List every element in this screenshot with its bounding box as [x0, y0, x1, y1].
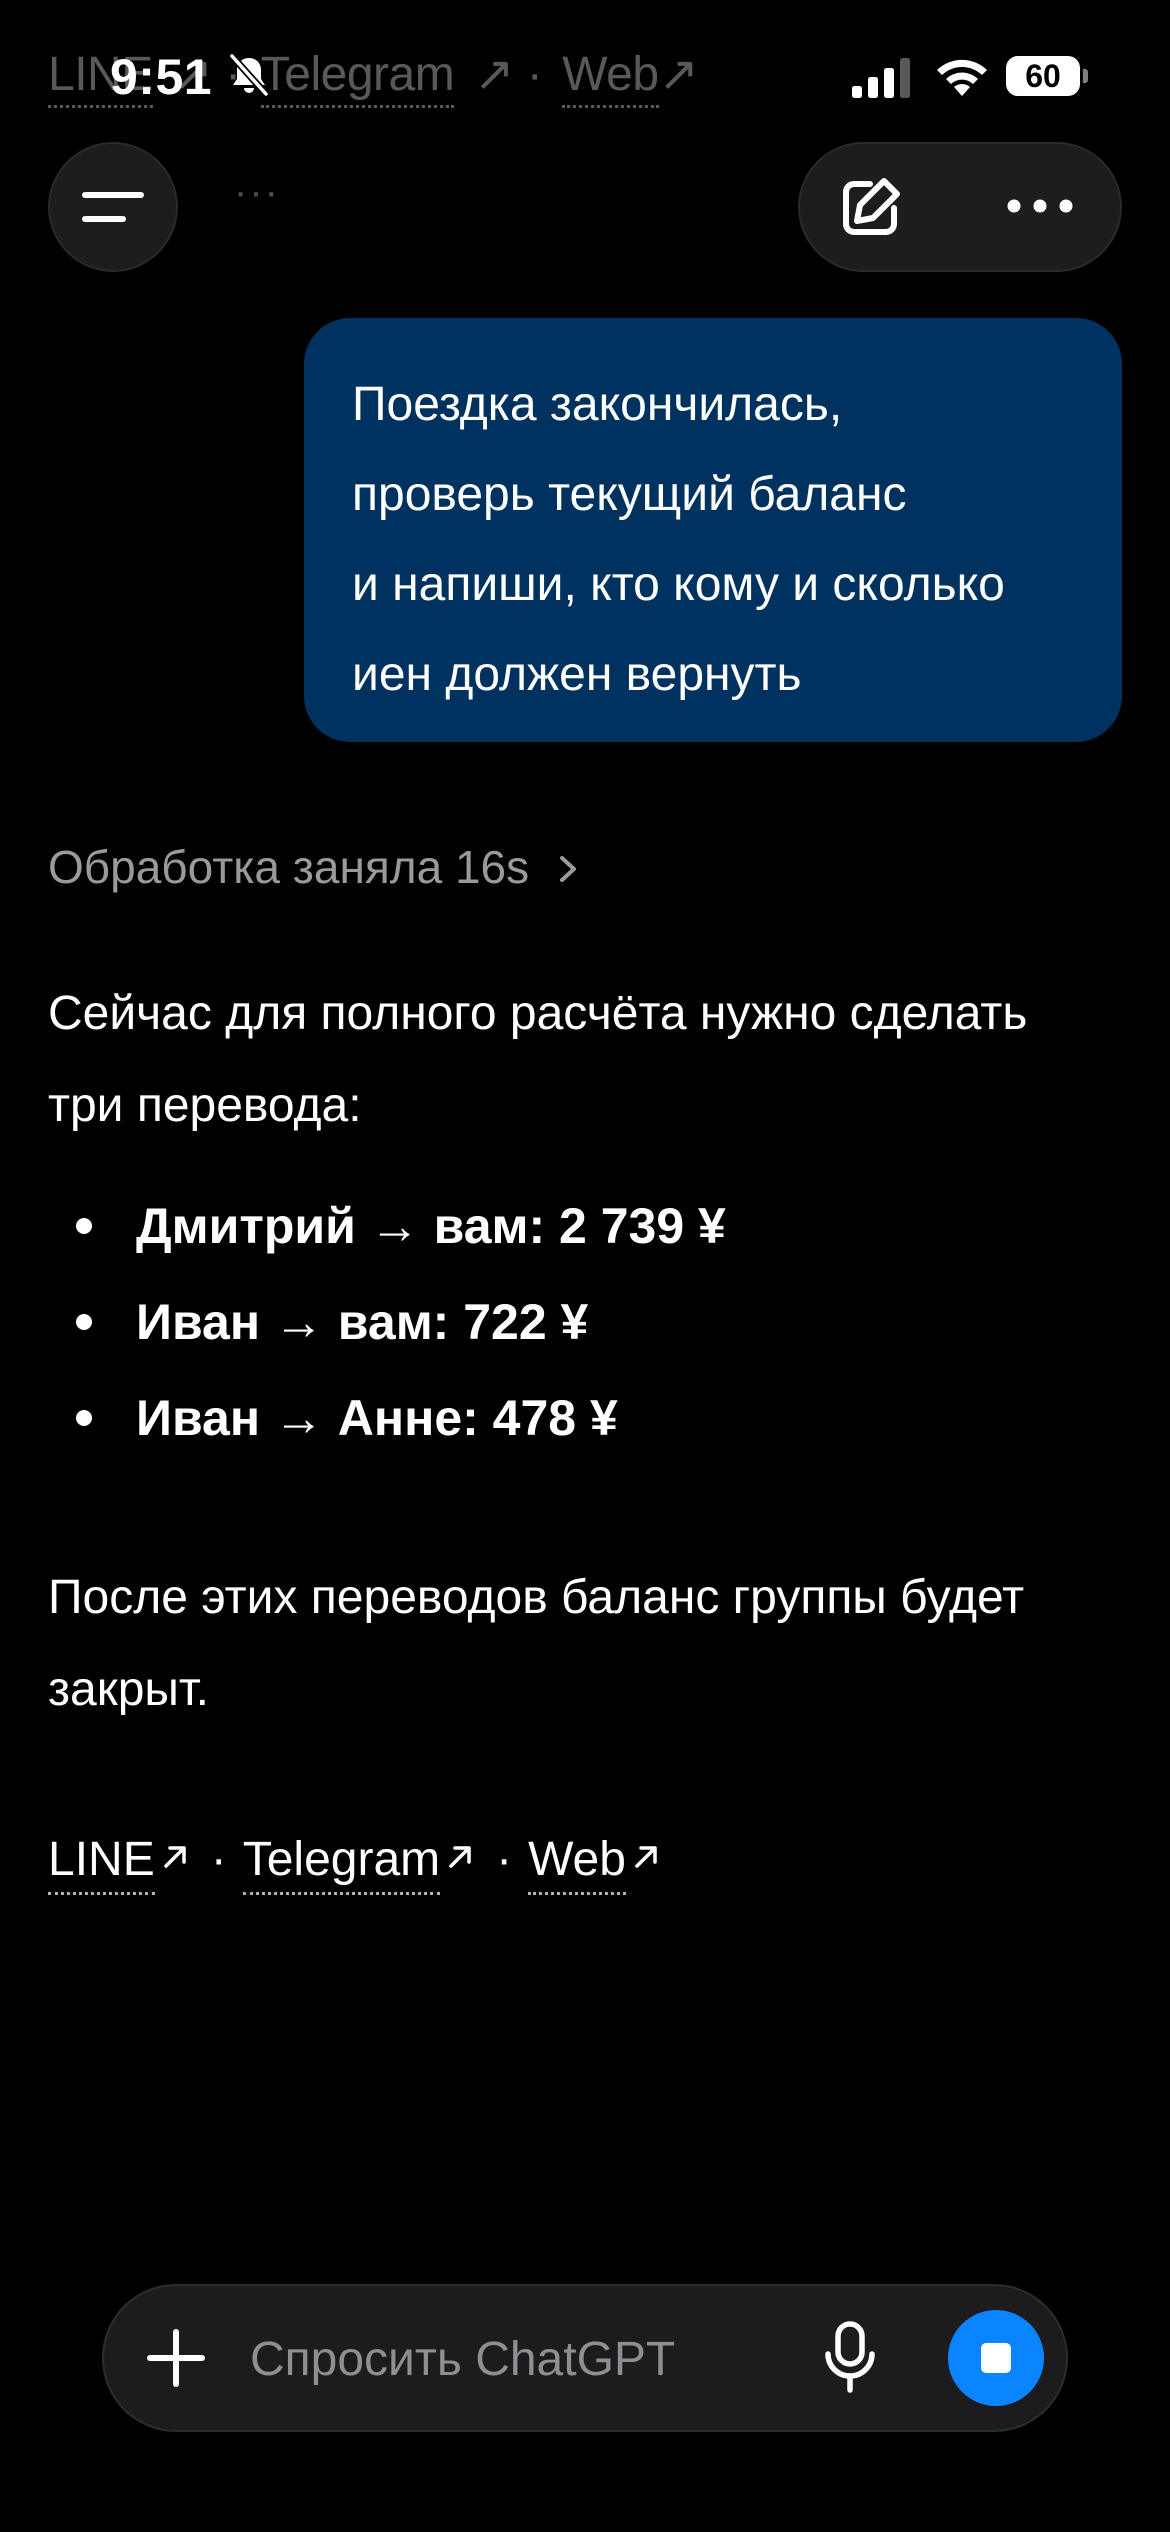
list-item: Иван → Анне: 478 ¥ — [48, 1370, 1118, 1466]
plus-icon[interactable] — [142, 2324, 210, 2392]
transfer-list: Дмитрий → вам: 2 739 ¥ Иван → вам: 722 ¥… — [48, 1178, 1118, 1466]
menu-icon — [82, 192, 144, 198]
share-links-row: LINE · Telegram · Web — [48, 1832, 662, 1895]
transfer-text: Иван → Анне: 478 ¥ — [136, 1390, 618, 1446]
link-separator: · — [496, 1833, 513, 1886]
wifi-icon — [937, 59, 987, 96]
user-message-line: и напиши, кто кому и сколько — [352, 558, 1005, 611]
bullet-icon — [76, 1218, 92, 1234]
link-line[interactable]: LINE — [48, 1833, 155, 1895]
thinking-duration-label: Обработка заняла 16s — [48, 841, 530, 893]
user-message-bubble: Поездка закончилась, проверь текущий бал… — [304, 318, 1122, 742]
bell-muted-icon — [229, 53, 269, 97]
user-message-line: проверь текущий баланс — [352, 468, 907, 521]
link-telegram[interactable]: Telegram — [242, 1833, 441, 1895]
transfer-text: Иван → вам: 722 ¥ — [136, 1294, 589, 1350]
cell-signal-icon — [852, 58, 910, 98]
battery-level: 60 — [1006, 56, 1080, 96]
status-bar: 9:51 60 — [0, 0, 1170, 150]
bullet-icon — [76, 1314, 92, 1330]
composer-bar — [102, 2284, 1068, 2432]
link-separator: · — [210, 1833, 227, 1886]
message-input[interactable] — [248, 2318, 782, 2400]
battery-icon: 60 — [1006, 56, 1088, 96]
user-message-line: Поездка закончилась, — [352, 378, 843, 431]
chevron-right-icon — [560, 856, 577, 882]
external-arrow-icon — [635, 1846, 657, 1868]
assistant-intro-line: Сейчас для полного расчёта нужно сделать — [48, 987, 1028, 1040]
edit-icon[interactable] — [834, 172, 906, 244]
assistant-outro-line: закрыт. — [48, 1663, 209, 1716]
assistant-outro: После этих переводов баланс группы будет… — [48, 1552, 1118, 1736]
list-item: Иван → вам: 722 ¥ — [48, 1274, 1118, 1370]
more-icon[interactable] — [1004, 186, 1076, 226]
transfer-text: Дмитрий → вам: 2 739 ¥ — [136, 1198, 726, 1254]
status-time: 9:51 — [110, 49, 213, 105]
stop-icon — [981, 2343, 1011, 2373]
user-message-line: иен должен вернуть — [352, 648, 802, 701]
faint-dots: ··· — [234, 170, 280, 214]
mic-icon[interactable] — [820, 2320, 880, 2396]
thinking-duration-toggle[interactable]: Обработка заняла 16s — [48, 840, 581, 894]
list-item: Дмитрий → вам: 2 739 ¥ — [48, 1178, 1118, 1274]
external-arrow-icon — [449, 1846, 471, 1868]
external-arrow-icon — [163, 1846, 186, 1868]
assistant-intro-line: три перевода: — [48, 1079, 362, 1132]
nav-actions-group — [798, 142, 1122, 272]
stop-generating-button[interactable] — [948, 2310, 1044, 2406]
assistant-intro: Сейчас для полного расчёта нужно сделать… — [48, 968, 1118, 1152]
assistant-outro-line: После этих переводов баланс группы будет — [48, 1571, 1025, 1624]
bullet-icon — [76, 1410, 92, 1426]
sidebar-menu-button[interactable] — [48, 142, 178, 272]
link-web[interactable]: Web — [528, 1833, 626, 1895]
